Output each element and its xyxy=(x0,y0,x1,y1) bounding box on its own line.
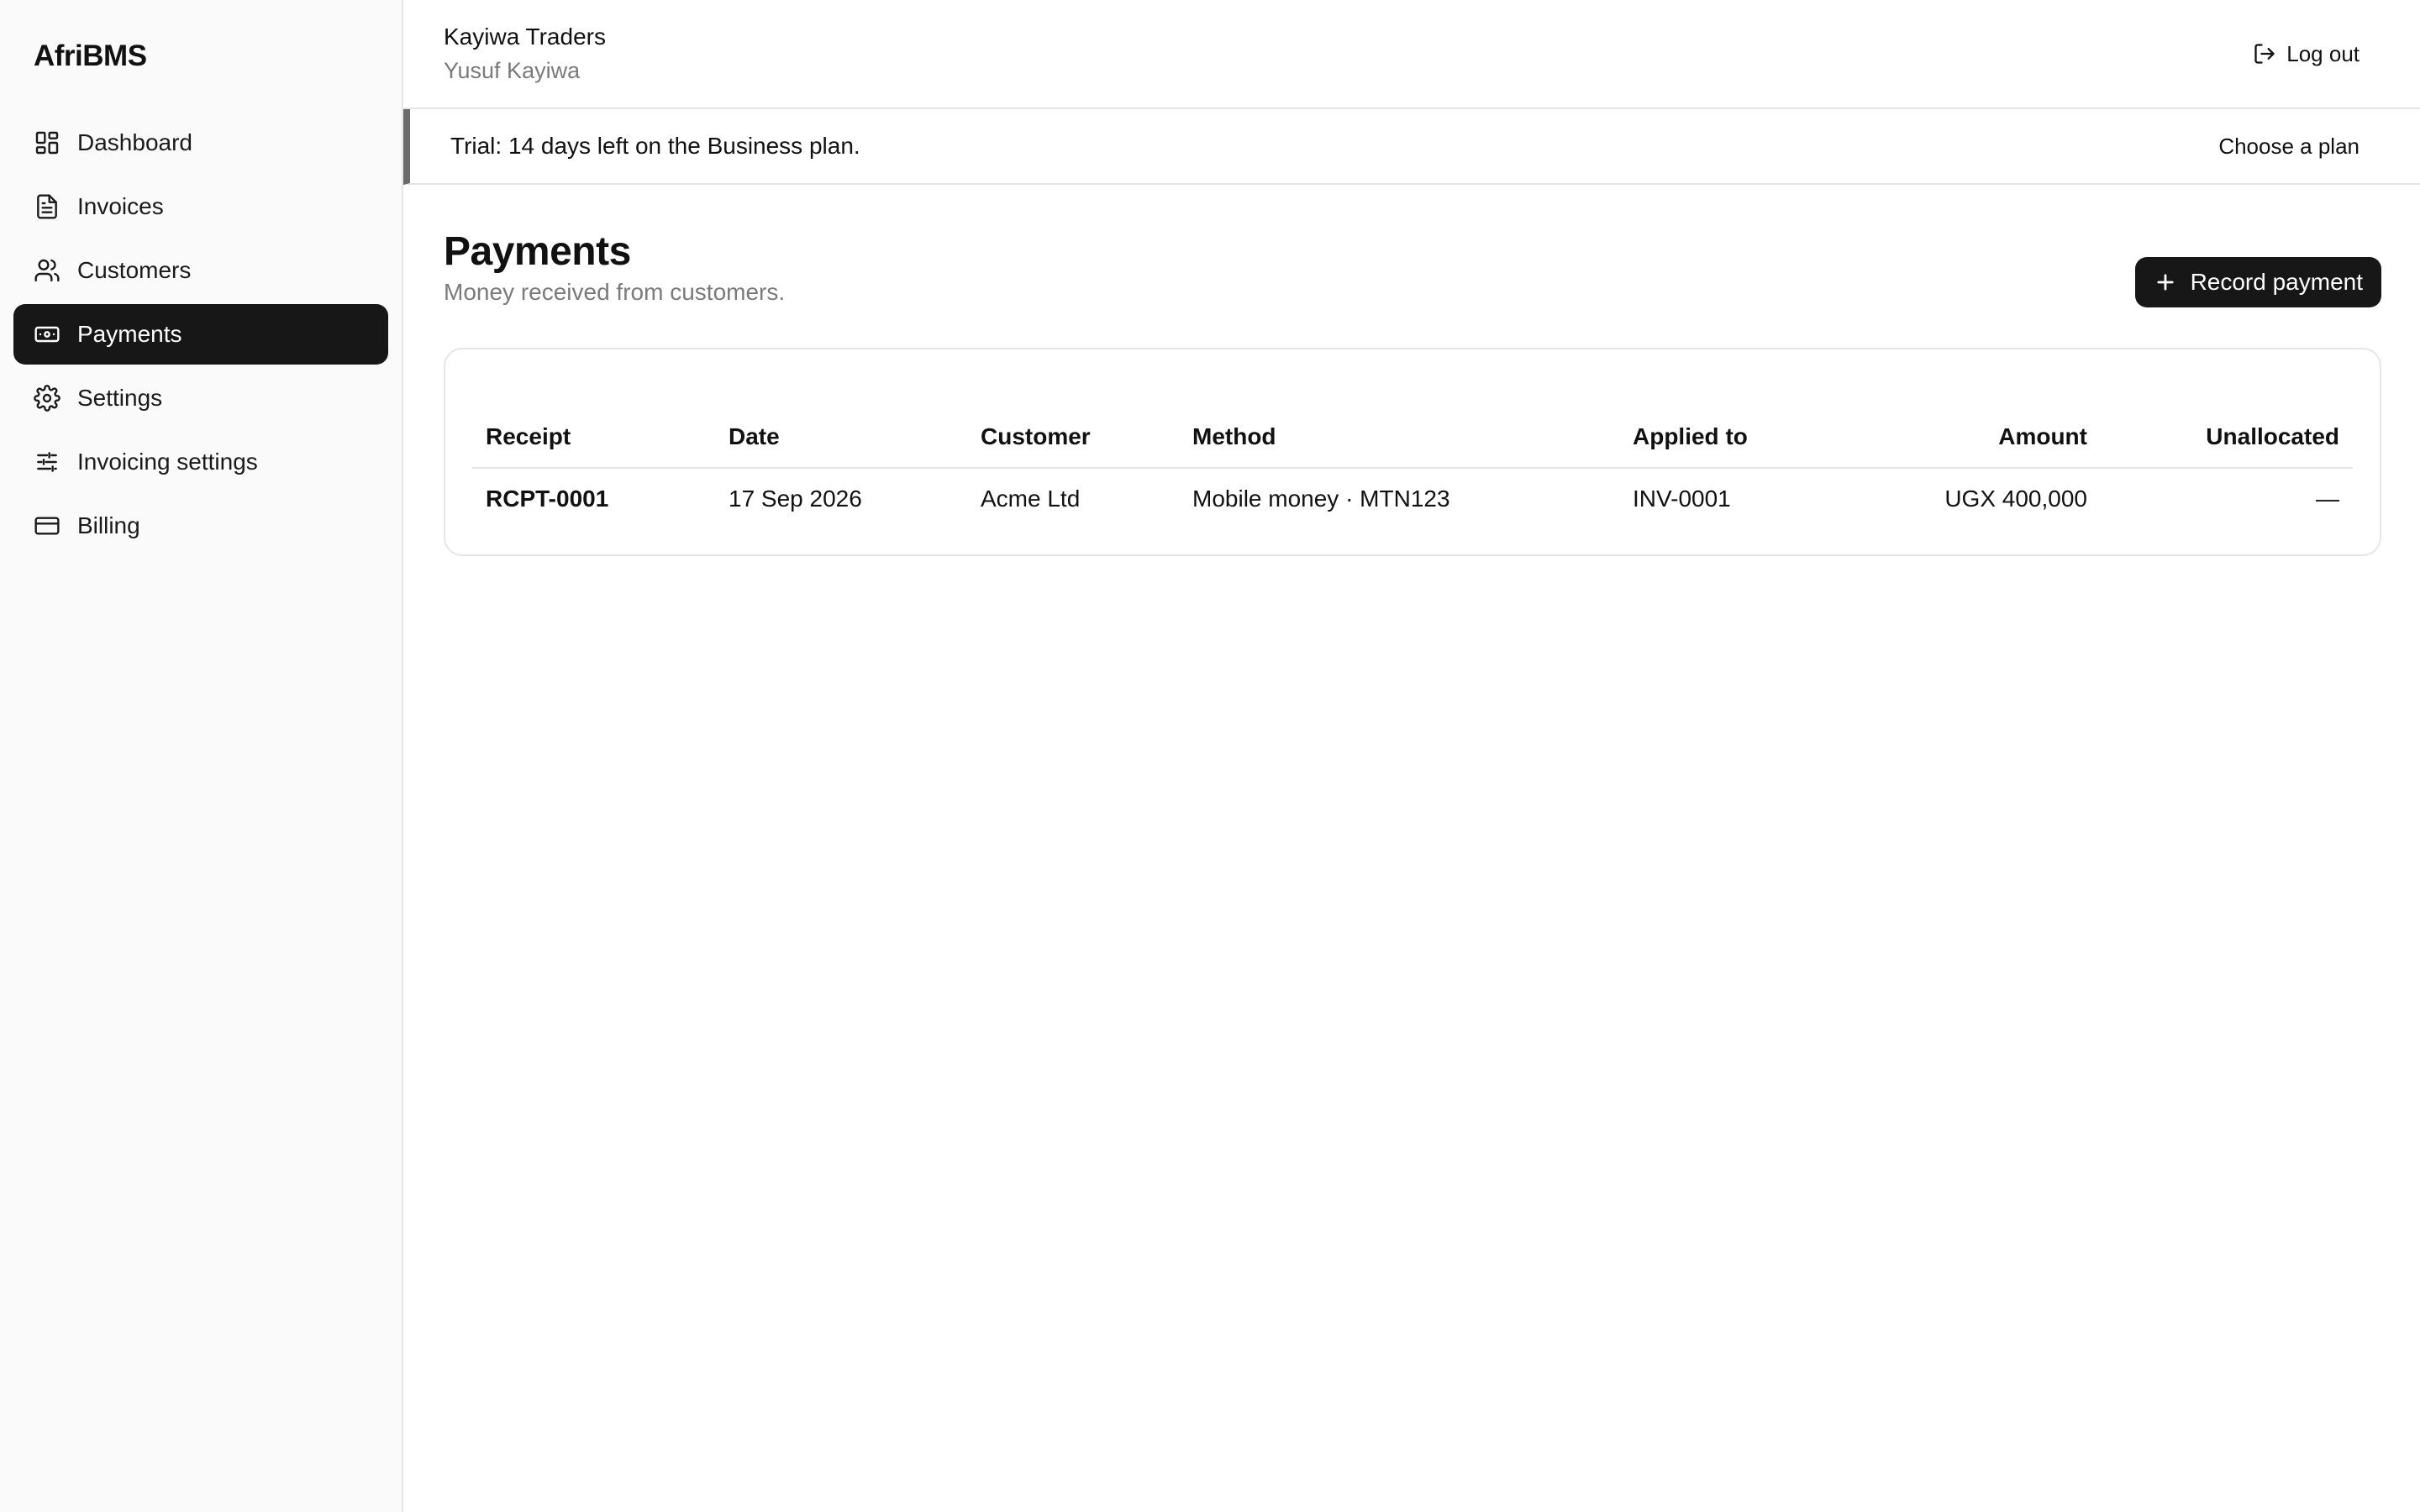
user-name: Yusuf Kayiwa xyxy=(444,58,581,83)
sidebar-item-label: Billing xyxy=(77,512,140,538)
org-name: Kayiwa Traders xyxy=(444,24,606,50)
page-content: Payments Money received from customers. … xyxy=(403,185,2420,556)
column-header-unallocated[interactable]: Unallocated xyxy=(2101,423,2353,469)
gear-icon xyxy=(34,385,60,412)
payments-table-card: Receipt Date Customer Method Applied to … xyxy=(444,348,2381,556)
file-icon xyxy=(37,194,57,219)
sidebar-item-dashboard[interactable]: Dashboard xyxy=(13,113,388,173)
cell-method: Mobile money · MTN123 xyxy=(1192,486,1450,512)
column-header-amount[interactable]: Amount xyxy=(1829,423,2101,469)
payments-table: Receipt Date Customer Method Applied to … xyxy=(472,423,2353,531)
sidebar-item-billing[interactable]: Billing xyxy=(13,496,388,556)
sidebar-item-invoicing-settings[interactable]: Invoicing settings xyxy=(13,432,388,492)
choose-plan-button[interactable]: Choose a plan xyxy=(2198,125,2380,168)
page-header: Payments Money received from customers. … xyxy=(444,227,2381,307)
cell-unallocated: — xyxy=(2316,486,2339,512)
main-area: Kayiwa Traders Yusuf Kayiwa Log out Tria… xyxy=(403,0,2420,1512)
column-header-method[interactable]: Method xyxy=(1179,423,1619,469)
column-header-applied-to[interactable]: Applied to xyxy=(1619,423,1829,469)
column-header-date[interactable]: Date xyxy=(715,423,967,469)
logout-label: Log out xyxy=(2286,40,2360,66)
sidebar-item-invoices[interactable]: Invoices xyxy=(13,176,388,237)
org-info: Kayiwa Traders Yusuf Kayiwa xyxy=(444,20,606,87)
page-subtitle: Money received from customers. xyxy=(444,279,786,305)
cell-customer: Acme Ltd xyxy=(981,486,1081,512)
column-header-receipt[interactable]: Receipt xyxy=(472,423,715,469)
brand-logo[interactable]: AfriBMS xyxy=(13,0,388,113)
trial-banner: Trial: 14 days left on the Business plan… xyxy=(403,109,2420,185)
cell-applied-to: INV-0001 xyxy=(1633,486,1731,512)
sidebar-item-label: Dashboard xyxy=(77,129,192,155)
credit-card-icon xyxy=(34,517,60,535)
topbar: Kayiwa Traders Yusuf Kayiwa Log out xyxy=(403,0,2420,109)
logout-button[interactable]: Log out xyxy=(2233,33,2380,76)
record-payment-button[interactable]: Record payment xyxy=(2134,257,2381,307)
app-shell: AfriBMS Dashboard Invoices Customers Pay… xyxy=(0,0,2420,1512)
sidebar-nav: Dashboard Invoices Customers Payments Se… xyxy=(13,113,388,556)
cell-receipt[interactable]: RCPT-0001 xyxy=(472,468,715,531)
users-icon xyxy=(34,259,60,282)
sliders-icon xyxy=(37,452,57,472)
table-header-row: Receipt Date Customer Method Applied to … xyxy=(472,423,2353,469)
sidebar-item-label: Invoices xyxy=(77,193,164,219)
sidebar-item-label: Customers xyxy=(77,257,192,283)
cell-amount: UGX 400,000 xyxy=(1944,486,2087,512)
dashboard-icon xyxy=(35,131,59,155)
column-header-customer[interactable]: Customer xyxy=(967,423,1179,469)
page-title: Payments xyxy=(444,229,631,274)
plus-icon xyxy=(2156,274,2174,291)
trial-text: Trial: 14 days left on the Business plan… xyxy=(450,133,860,159)
record-payment-label: Record payment xyxy=(2190,269,2363,295)
banknote-icon xyxy=(34,326,60,343)
sidebar-item-label: Settings xyxy=(77,385,163,411)
logout-icon xyxy=(2254,44,2275,64)
sidebar-item-label: Invoicing settings xyxy=(77,449,258,475)
cell-date: 17 Sep 2026 xyxy=(729,486,862,512)
table-row[interactable]: RCPT-0001 17 Sep 2026 Acme Ltd Mobile mo… xyxy=(472,468,2353,531)
sidebar-item-label: Payments xyxy=(77,321,182,347)
sidebar: AfriBMS Dashboard Invoices Customers Pay… xyxy=(0,0,403,1512)
sidebar-item-payments[interactable]: Payments xyxy=(13,304,388,365)
sidebar-item-settings[interactable]: Settings xyxy=(13,368,388,428)
sidebar-item-customers[interactable]: Customers xyxy=(13,240,388,301)
